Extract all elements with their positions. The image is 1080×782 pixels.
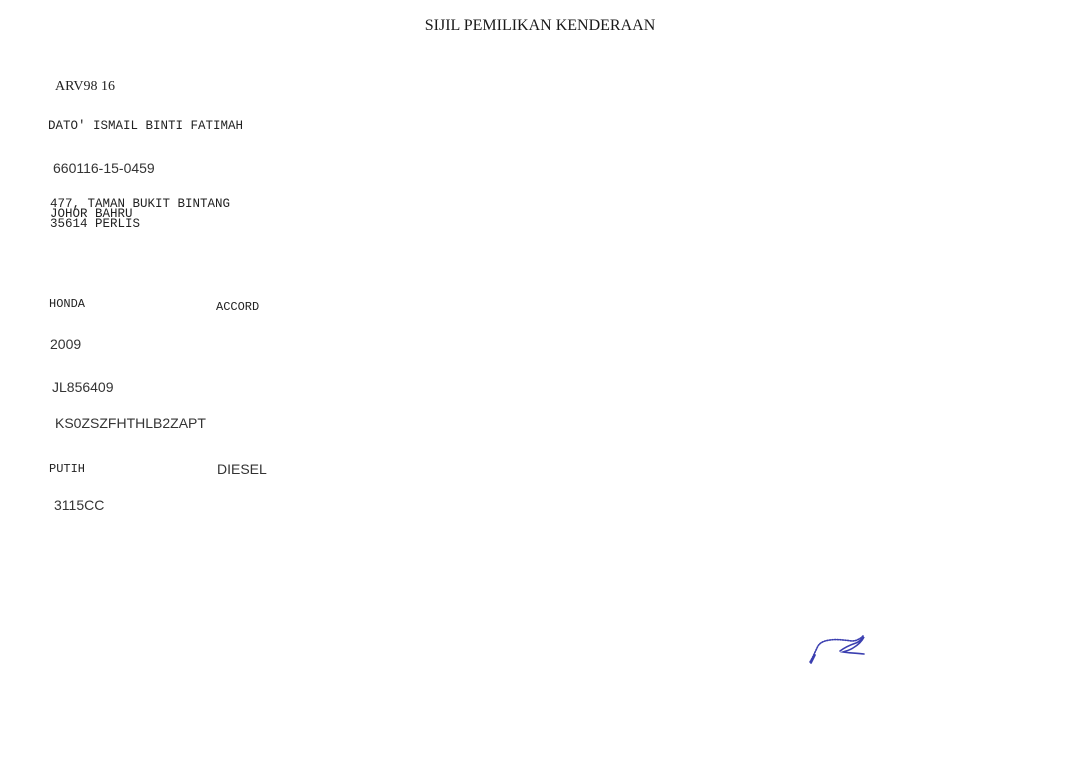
vehicle-color: PUTIH [49, 462, 86, 476]
chassis-number: KS0ZSZFHTHLB2ZAPT [55, 415, 206, 431]
vehicle-make: HONDA [49, 297, 86, 311]
vehicle-model: ACCORD [216, 300, 260, 314]
engine-capacity: 3115CC [54, 497, 105, 513]
fuel-type: DIESEL [217, 461, 267, 477]
registration-number: ARV98 16 [55, 79, 115, 94]
document-title: SIJIL PEMILIKAN KENDERAAN [424, 17, 656, 34]
owner-ic-number: 660116-15-0459 [53, 160, 155, 176]
address-line-3: 35614 PERLIS [50, 217, 141, 231]
vehicle-year: 2009 [50, 336, 82, 352]
signature-stroke-1 [809, 635, 864, 663]
signature [809, 635, 865, 664]
owner-name: DATO' ISMAIL BINTI FATIMAH [48, 119, 244, 133]
engine-number: JL856409 [52, 379, 114, 395]
